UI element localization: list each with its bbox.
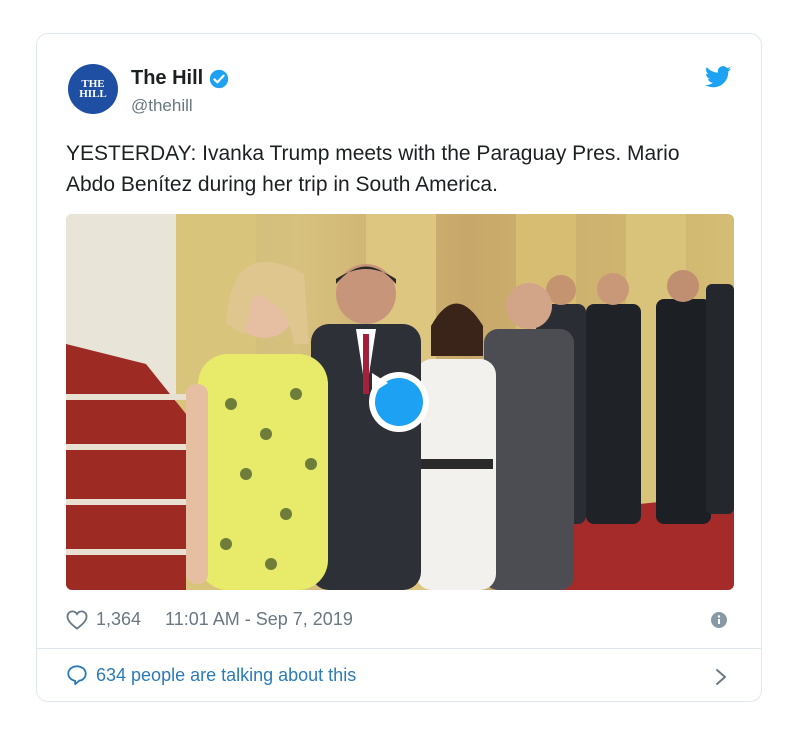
- play-button[interactable]: [369, 372, 429, 432]
- tweet-timestamp[interactable]: 11:01 AM - Sep 7, 2019: [165, 609, 353, 630]
- avatar[interactable]: THE HILL: [68, 64, 118, 114]
- heart-icon[interactable]: [66, 609, 88, 630]
- play-icon: [372, 373, 388, 393]
- conversation-text: 634 people are talking about this: [96, 664, 357, 685]
- info-icon[interactable]: [711, 612, 727, 628]
- video-thumbnail[interactable]: [66, 214, 734, 590]
- chevron-right-icon[interactable]: [715, 668, 727, 686]
- account-handle[interactable]: @thehill: [131, 96, 193, 116]
- account-name-text: The Hill: [131, 67, 204, 89]
- tweet-text: YESTERDAY: Ivanka Trump meets with the P…: [66, 142, 680, 196]
- divider: [37, 648, 761, 649]
- like-count[interactable]: 1,364: [96, 609, 141, 630]
- account-name[interactable]: The Hill: [131, 67, 229, 90]
- tweet-card[interactable]: THE HILL The Hill @thehill YESTERDAY: Iv…: [36, 33, 762, 702]
- twitter-bird-icon[interactable]: [705, 66, 731, 88]
- avatar-text-bottom: HILL: [79, 88, 107, 100]
- conversation-link[interactable]: 634 people are talking about this: [66, 664, 356, 686]
- tweet-meta: 1,364 11:01 AM - Sep 7, 2019: [66, 609, 353, 630]
- play-button-inner: [372, 373, 423, 426]
- speech-bubble-icon: [67, 665, 87, 686]
- verified-badge-icon: [210, 69, 229, 88]
